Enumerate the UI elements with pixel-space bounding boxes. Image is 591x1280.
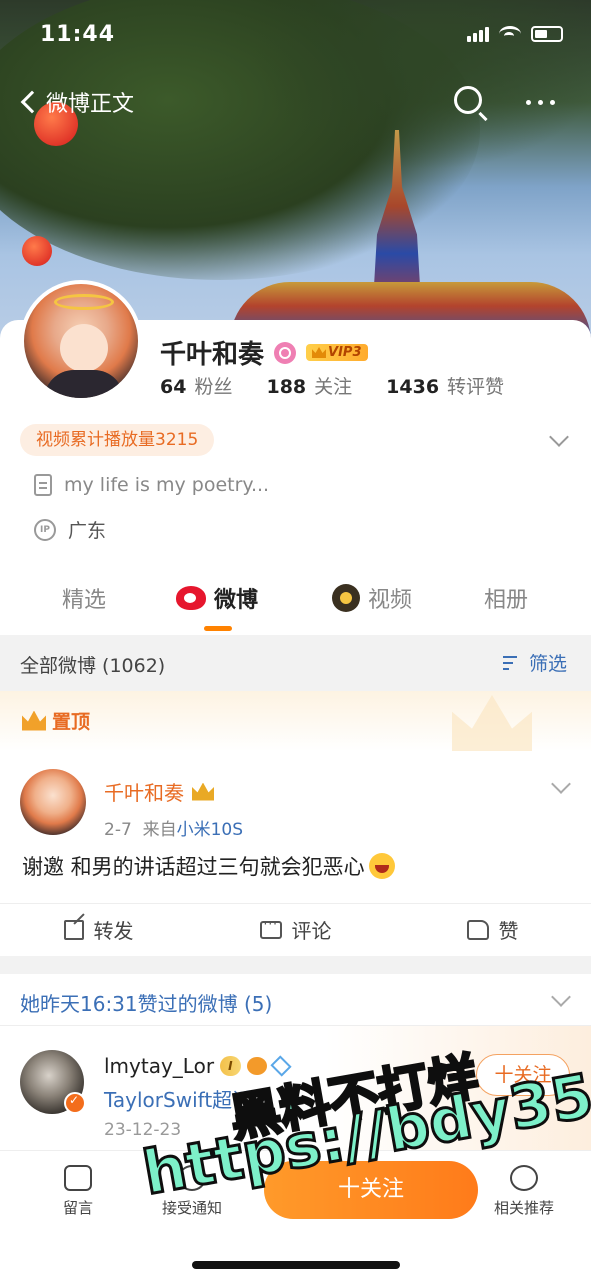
pinned-post[interactable]: 千叶和奏 2-7 来自小米10S 谢邀 和男的讲话超过三句就会犯恶心 转发 评论… — [0, 751, 591, 956]
profile-name: 千叶和奏 — [160, 340, 265, 370]
weibo-logo-icon — [176, 586, 206, 610]
signal-icon — [467, 26, 489, 42]
crown-badge-icon — [192, 782, 214, 801]
ip-location: 广东 — [68, 520, 107, 542]
search-icon[interactable] — [454, 86, 482, 114]
lantern-icon — [22, 236, 52, 266]
post-menu-chevron-icon[interactable] — [551, 774, 571, 794]
chevron-down-icon — [551, 987, 571, 1007]
filter-icon — [502, 655, 523, 671]
bio-row: my life is my poetry... — [34, 474, 269, 496]
verified-icon — [64, 1092, 86, 1114]
crown-icon — [312, 347, 327, 358]
profile-card: 千叶和奏 VIP3 64 粉丝 188 关注 1436 转评赞 视频累计播放量3215… — [0, 280, 591, 635]
divider — [0, 956, 591, 974]
following-stat[interactable]: 188 关注 — [266, 372, 352, 399]
back-arrow-icon — [20, 90, 44, 114]
pinned-banner: 置顶 — [0, 691, 591, 751]
feed-header: 全部微博 (1062) 筛选 — [0, 635, 591, 691]
tab-video[interactable]: 视频 — [332, 582, 412, 614]
video-icon — [332, 584, 360, 612]
profile-stats: 64 粉丝 188 关注 1436 转评赞 — [160, 372, 504, 399]
message-button[interactable]: 留言 — [38, 1165, 118, 1218]
feed-count-title: 全部微博 (1062) — [20, 655, 166, 677]
filter-button[interactable]: 筛选 — [502, 649, 567, 676]
followers-stat[interactable]: 64 粉丝 — [160, 372, 232, 399]
expand-chevron-icon[interactable] — [549, 427, 569, 447]
wifi-icon — [499, 26, 521, 42]
status-bar: 11:44 — [0, 0, 591, 70]
liked-section-title: 她昨天16:31赞过的微博 (5) — [20, 992, 273, 1016]
thumbs-up-icon — [466, 919, 489, 940]
nav-title: 微博正文 — [46, 92, 135, 117]
message-icon — [64, 1165, 92, 1191]
level-badge: I — [220, 1056, 241, 1076]
comment-icon — [259, 917, 282, 939]
ip-location-row: IP 广东 — [34, 516, 106, 543]
laughing-emoji-icon — [368, 853, 395, 879]
nav-bar: 微博正文 — [0, 80, 591, 130]
tab-featured[interactable]: 精选 — [62, 582, 106, 614]
document-icon — [34, 474, 52, 496]
post-source[interactable]: 小米10S — [177, 820, 243, 840]
recommend-icon — [510, 1165, 538, 1191]
post-meta: 2-7 来自小米10S — [104, 820, 244, 840]
avatar[interactable] — [20, 769, 86, 835]
interactions-stat[interactable]: 1436 转评赞 — [386, 372, 504, 399]
recommend-button[interactable]: 相关推荐 — [484, 1165, 564, 1218]
profile-tabs: 精选 微博 视频 相册 — [0, 582, 591, 634]
active-tab-indicator — [204, 626, 232, 631]
post-author[interactable]: 千叶和奏 — [104, 777, 184, 806]
tab-album[interactable]: 相册 — [484, 582, 528, 614]
pinned-label: 置顶 — [52, 711, 91, 733]
repost-icon — [63, 919, 84, 940]
ip-icon: IP — [34, 518, 56, 541]
video-plays-badge[interactable]: 视频累计播放量3215 — [20, 424, 215, 456]
avatar[interactable] — [20, 280, 142, 402]
more-icon[interactable] — [526, 100, 555, 105]
comment-button[interactable]: 评论 — [197, 904, 394, 955]
post-actions: 转发 评论 赞 — [0, 903, 591, 955]
crown-decoration-icon — [452, 695, 532, 751]
status-time: 11:44 — [40, 22, 116, 47]
liked-section-header[interactable]: 她昨天16:31赞过的微博 (5) — [0, 974, 591, 1026]
battery-icon — [531, 26, 563, 42]
tab-weibo[interactable]: 微博 — [176, 582, 258, 614]
repost-button[interactable]: 转发 — [0, 904, 197, 955]
crown-icon — [22, 710, 46, 731]
magnifier-badge-icon[interactable] — [274, 341, 297, 364]
vip-badge[interactable]: VIP3 — [306, 344, 368, 361]
home-indicator — [192, 1261, 400, 1269]
liked-post-author[interactable]: lmytay_Lor — [104, 1054, 214, 1078]
bio-text: my life is my poetry... — [64, 474, 270, 496]
post-text: 谢邀 和男的讲话超过三句就会犯恶心 — [22, 855, 365, 879]
back-button[interactable]: 微博正文 — [18, 86, 134, 118]
like-button[interactable]: 赞 — [394, 904, 591, 955]
